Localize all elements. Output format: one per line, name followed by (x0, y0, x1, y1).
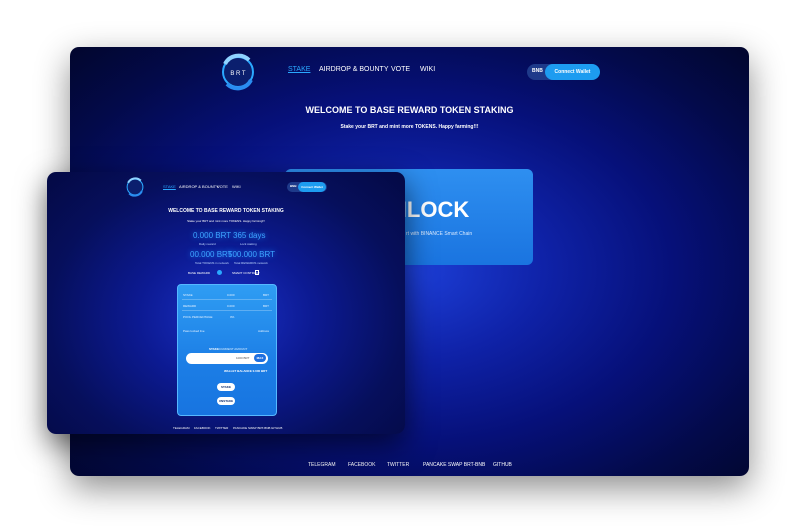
reward-token-label: BASE REWARD (188, 271, 211, 275)
svg-text:B R T: B R T (230, 71, 246, 77)
nav-wiki[interactable]: WIKI (420, 66, 435, 73)
footer-pancakeswap[interactable]: PANCAKE SWAP BRT-BNB (423, 462, 485, 468)
stake-amount-value: 1000 BRT (236, 356, 250, 360)
nav-vote[interactable]: VOTE (391, 66, 410, 73)
max-rewards-value: 500.000 BRT (228, 250, 275, 259)
stake-row-unit: BRT (263, 293, 269, 297)
current-amount-link[interactable]: CURRENT AMOUNT (219, 347, 247, 351)
lock-days-value: 365 days (233, 231, 266, 240)
pool-row-label: POOL PERCENTAGE (183, 315, 213, 319)
front-window: STAKE AIRDROP & BOUNTY VOTE WIKI BNB Con… (47, 172, 405, 434)
daily-reward-value: 0.000 BRT (193, 231, 232, 240)
nav-airdrop[interactable]: AIRDROP & BOUNTY (179, 184, 219, 189)
pending-label: Pass locked live (183, 329, 205, 333)
footer-twitter[interactable]: TWITTER (215, 426, 228, 430)
stake-row-label: STAKE (183, 293, 193, 297)
total-tokens-label: Total TOKENS in network (195, 261, 229, 265)
total-tokens-value: 00.000 BRT (190, 250, 233, 259)
divider (182, 299, 272, 300)
reward-token-icon (217, 270, 222, 275)
unstake-button[interactable]: UNSTAKE (217, 397, 235, 405)
hero-subtitle: Stake your BRT and mint more TOKENS. Hap… (340, 124, 479, 130)
nav-airdrop[interactable]: AIRDROP & BOUNTY (319, 66, 389, 73)
hero-title: WELCOME TO BASE REWARD TOKEN STAKING (168, 208, 284, 214)
stake-button[interactable]: STAKE (217, 383, 235, 391)
footer-telegram[interactable]: TELEGRAM (173, 426, 190, 430)
footer-facebook[interactable]: FACEBOOK (194, 426, 211, 430)
footer-github[interactable]: GITHUB (493, 462, 512, 468)
network-label[interactable]: BNB (290, 184, 297, 188)
unlock-card-sub: rt with BINANCE Smart Chain (406, 231, 473, 237)
nav-wiki[interactable]: WIKI (232, 184, 241, 189)
divider (182, 310, 272, 311)
daily-reward-label: Daily reward (199, 242, 216, 246)
brt-logo-icon[interactable]: B R T (219, 52, 257, 92)
footer-github[interactable]: GITHUB (271, 426, 282, 430)
hero-title: WELCOME TO BASE REWARD TOKEN STAKING (305, 105, 514, 115)
copy-icon[interactable] (255, 270, 259, 275)
staking-panel: STAKE 0.000 BRT REWARD 0.000 BRT POOL PE… (177, 284, 277, 416)
reward-row-unit: BRT (263, 304, 269, 308)
hero-subtitle: Stake your BRT and mint more TOKENS. Hap… (187, 219, 265, 223)
network-label[interactable]: BNB (532, 68, 543, 74)
footer-pancakeswap[interactable]: PANCAKE SWAP BRT-BNB (233, 426, 270, 430)
max-button[interactable]: MAX (254, 354, 266, 362)
pending-value: Address (258, 329, 270, 333)
amount-label: STAKE (209, 347, 219, 351)
nav-stake[interactable]: STAKE (163, 184, 176, 189)
connect-wallet-button[interactable]: Connect Wallet (298, 182, 326, 192)
nav-stake[interactable]: STAKE (288, 66, 310, 73)
footer-telegram[interactable]: TELEGRAM (308, 462, 336, 468)
nav-vote[interactable]: VOTE (217, 184, 228, 189)
brt-logo-icon[interactable] (125, 176, 145, 198)
connect-wallet-button[interactable]: Connect Wallet (545, 64, 600, 80)
lock-days-label: Lock staking (240, 242, 257, 246)
reward-row-value: 0.000 (227, 304, 235, 308)
reward-row-label: REWARD (183, 304, 197, 308)
stake-row-value: 0.000 (227, 293, 235, 297)
footer-twitter[interactable]: TWITTER (387, 462, 409, 468)
pool-row-value: 0% (230, 315, 235, 319)
footer-facebook[interactable]: FACEBOOK (348, 462, 376, 468)
stake-amount-input[interactable]: 1000 BRT MAX (186, 353, 268, 364)
max-rewards-label: Total REWARDS network (234, 261, 268, 265)
wallet-balance: WALLET BALANCE 0.000 BRT (224, 369, 268, 373)
